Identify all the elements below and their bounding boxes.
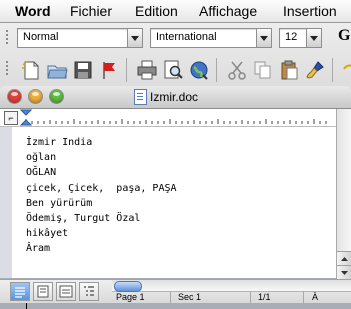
undo-icon [343,64,351,70]
new-document-icon [22,60,39,80]
menu-edition[interactable]: Edition [135,3,178,19]
cut-button[interactable] [226,59,248,81]
open-folder-icon [47,65,68,79]
paintbrush-icon [306,61,324,79]
status-bar: Page 1 Sec 1 1/1 À [0,279,351,303]
scroll-up-button[interactable] [337,251,351,266]
undo-button[interactable] [340,59,351,81]
status-divider [170,291,171,303]
indent-marker-icon[interactable] [20,109,32,126]
text-line: İzmir India [26,137,93,148]
vertical-scrollbar[interactable] [336,109,351,280]
ruler-ticks [25,119,327,124]
normal-view-button[interactable] [10,282,30,301]
toolbar-separator [126,58,127,82]
text-line: OĞLAN [26,167,57,179]
section-indicator: Sec 1 [178,292,202,302]
text-line: Âram [26,243,51,255]
scissors-icon [228,61,246,80]
text-line: çicek, Çicek, paşa, PAŞA [26,182,177,194]
document-text[interactable]: İzmir India oğlan OĞLAN çicek, Çicek, pa… [26,135,177,257]
menu-bar: Word Fichier Edition Affichage Insertion [0,0,351,23]
web-layout-icon [37,285,49,298]
bold-button[interactable]: G [338,27,350,45]
status-divider [250,291,251,303]
close-button[interactable] [8,90,21,103]
save-button[interactable] [72,59,94,81]
format-painter-button[interactable] [304,59,326,81]
formatting-toolbar-grip[interactable] [4,28,10,46]
toolbar-area: Normal International 12 G [0,23,351,92]
page-layout-view-button[interactable] [56,282,76,301]
chevron-down-icon[interactable] [127,28,143,48]
chevron-down-icon[interactable] [306,28,322,48]
left-margin [0,127,12,278]
menu-insertion[interactable]: Insertion [283,3,337,19]
status-divider [303,291,304,303]
arrow-up-icon [341,257,348,261]
size-value: 12 [285,31,298,43]
floppy-disk-icon [74,61,92,79]
size-select[interactable]: 12 [279,28,322,48]
document-window: Izmir.doc ⌐ İzmir India oğlan OĞLAN çice… [0,86,351,309]
text-line: hikâyet [26,228,69,240]
toolbar-separator [332,58,333,82]
printer-icon [137,60,157,80]
copy-icon [254,61,271,79]
text-line: Ben yürürüm [26,197,93,209]
copy-button[interactable] [252,59,274,81]
flag-icon [103,62,115,79]
normal-view-icon [15,287,25,298]
menu-affichage[interactable]: Affichage [199,3,257,19]
window-title: Izmir.doc [150,90,199,104]
globe-icon [190,61,208,80]
style-select[interactable]: Normal [17,28,143,48]
chevron-down-icon[interactable] [256,28,272,48]
open-button[interactable] [46,59,68,81]
cursor-position: À [312,292,319,302]
font-select[interactable]: International [150,28,272,48]
document-page[interactable]: İzmir India oğlan OĞLAN çicek, Çicek, pa… [12,127,336,309]
print-button[interactable] [136,59,158,81]
new-document-button[interactable] [20,59,42,81]
scroll-down-button[interactable] [337,265,351,280]
standard-toolbar-grip[interactable] [4,59,10,77]
print-preview-button[interactable] [162,59,184,81]
page-indicator: Page 1 [116,292,145,302]
flag-button[interactable] [98,59,120,81]
page-layout-icon [59,285,73,298]
font-value: International [156,31,217,43]
style-value: Normal [23,31,59,43]
text-line: Ödemiş, Turgut Özal [26,213,141,225]
web-layout-view-button[interactable] [33,282,53,301]
clipboard-icon [281,60,298,80]
tab-selector[interactable]: ⌐ [4,111,18,125]
page-count: 1/1 [258,292,271,302]
toolbar-separator [216,58,217,82]
outline-view-button[interactable] [79,282,99,301]
document-icon [134,89,147,105]
minimize-button[interactable] [29,90,42,103]
window-titlebar[interactable]: Izmir.doc [0,86,351,109]
menu-fichier[interactable]: Fichier [70,3,112,19]
text-line: oğlan [26,152,57,164]
menu-word[interactable]: Word [15,3,51,19]
scroll-thumb[interactable] [114,281,142,292]
arrow-down-icon [341,271,348,275]
ruler[interactable]: ⌐ [0,109,336,127]
paste-button[interactable] [278,59,300,81]
web-preview-button[interactable] [188,59,210,81]
horizontal-scrollbar[interactable] [112,280,351,292]
magnifier-page-icon [164,60,183,79]
zoom-button[interactable] [50,90,63,103]
outline-icon [84,286,94,296]
